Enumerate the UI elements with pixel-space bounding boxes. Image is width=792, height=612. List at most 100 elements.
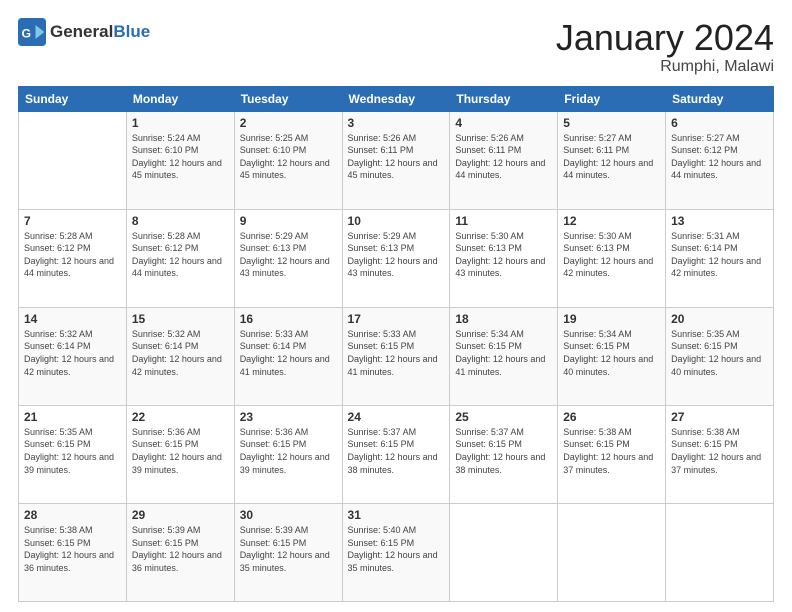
day-number: 7 (24, 214, 121, 228)
day-info: Sunrise: 5:32 AMSunset: 6:14 PMDaylight:… (24, 329, 114, 377)
day-number: 28 (24, 508, 121, 522)
day-cell: 18 Sunrise: 5:34 AMSunset: 6:15 PMDaylig… (450, 307, 558, 405)
day-info: Sunrise: 5:38 AMSunset: 6:15 PMDaylight:… (671, 427, 761, 475)
day-number: 30 (240, 508, 337, 522)
location: Rumphi, Malawi (556, 58, 774, 76)
day-info: Sunrise: 5:27 AMSunset: 6:12 PMDaylight:… (671, 133, 761, 181)
day-cell: 4 Sunrise: 5:26 AMSunset: 6:11 PMDayligh… (450, 111, 558, 209)
day-number: 2 (240, 116, 337, 130)
day-cell: 2 Sunrise: 5:25 AMSunset: 6:10 PMDayligh… (234, 111, 342, 209)
day-cell: 25 Sunrise: 5:37 AMSunset: 6:15 PMDaylig… (450, 405, 558, 503)
logo: G GeneralBlue (18, 18, 150, 46)
day-cell: 15 Sunrise: 5:32 AMSunset: 6:14 PMDaylig… (126, 307, 234, 405)
day-number: 6 (671, 116, 768, 130)
day-number: 26 (563, 410, 660, 424)
day-info: Sunrise: 5:24 AMSunset: 6:10 PMDaylight:… (132, 133, 222, 181)
day-info: Sunrise: 5:38 AMSunset: 6:15 PMDaylight:… (563, 427, 653, 475)
day-info: Sunrise: 5:30 AMSunset: 6:13 PMDaylight:… (563, 231, 653, 279)
day-info: Sunrise: 5:33 AMSunset: 6:14 PMDaylight:… (240, 329, 330, 377)
calendar-table: Sunday Monday Tuesday Wednesday Thursday… (18, 86, 774, 602)
day-cell: 21 Sunrise: 5:35 AMSunset: 6:15 PMDaylig… (19, 405, 127, 503)
day-number: 29 (132, 508, 229, 522)
day-number: 22 (132, 410, 229, 424)
week-row-3: 14 Sunrise: 5:32 AMSunset: 6:14 PMDaylig… (19, 307, 774, 405)
day-number: 27 (671, 410, 768, 424)
day-number: 24 (348, 410, 445, 424)
day-info: Sunrise: 5:25 AMSunset: 6:10 PMDaylight:… (240, 133, 330, 181)
day-number: 4 (455, 116, 552, 130)
day-cell: 14 Sunrise: 5:32 AMSunset: 6:14 PMDaylig… (19, 307, 127, 405)
day-cell: 26 Sunrise: 5:38 AMSunset: 6:15 PMDaylig… (558, 405, 666, 503)
svg-text:G: G (22, 26, 32, 40)
day-info: Sunrise: 5:35 AMSunset: 6:15 PMDaylight:… (671, 329, 761, 377)
day-info: Sunrise: 5:39 AMSunset: 6:15 PMDaylight:… (240, 525, 330, 573)
logo-blue: Blue (113, 22, 150, 41)
day-number: 21 (24, 410, 121, 424)
week-row-1: 1 Sunrise: 5:24 AMSunset: 6:10 PMDayligh… (19, 111, 774, 209)
day-info: Sunrise: 5:29 AMSunset: 6:13 PMDaylight:… (240, 231, 330, 279)
col-saturday: Saturday (666, 86, 774, 111)
day-cell: 30 Sunrise: 5:39 AMSunset: 6:15 PMDaylig… (234, 503, 342, 601)
day-cell (558, 503, 666, 601)
day-cell (450, 503, 558, 601)
day-number: 17 (348, 312, 445, 326)
day-cell: 12 Sunrise: 5:30 AMSunset: 6:13 PMDaylig… (558, 209, 666, 307)
logo-icon: G (18, 18, 46, 46)
day-info: Sunrise: 5:37 AMSunset: 6:15 PMDaylight:… (348, 427, 438, 475)
day-cell: 22 Sunrise: 5:36 AMSunset: 6:15 PMDaylig… (126, 405, 234, 503)
day-info: Sunrise: 5:38 AMSunset: 6:15 PMDaylight:… (24, 525, 114, 573)
day-cell: 13 Sunrise: 5:31 AMSunset: 6:14 PMDaylig… (666, 209, 774, 307)
day-info: Sunrise: 5:35 AMSunset: 6:15 PMDaylight:… (24, 427, 114, 475)
day-number: 9 (240, 214, 337, 228)
day-cell (666, 503, 774, 601)
header: G GeneralBlue January 2024 Rumphi, Malaw… (18, 18, 774, 76)
week-row-5: 28 Sunrise: 5:38 AMSunset: 6:15 PMDaylig… (19, 503, 774, 601)
day-cell: 7 Sunrise: 5:28 AMSunset: 6:12 PMDayligh… (19, 209, 127, 307)
day-info: Sunrise: 5:30 AMSunset: 6:13 PMDaylight:… (455, 231, 545, 279)
day-cell: 19 Sunrise: 5:34 AMSunset: 6:15 PMDaylig… (558, 307, 666, 405)
day-number: 3 (348, 116, 445, 130)
day-info: Sunrise: 5:36 AMSunset: 6:15 PMDaylight:… (240, 427, 330, 475)
day-cell: 5 Sunrise: 5:27 AMSunset: 6:11 PMDayligh… (558, 111, 666, 209)
day-cell: 16 Sunrise: 5:33 AMSunset: 6:14 PMDaylig… (234, 307, 342, 405)
day-number: 20 (671, 312, 768, 326)
day-number: 25 (455, 410, 552, 424)
header-row: Sunday Monday Tuesday Wednesday Thursday… (19, 86, 774, 111)
day-info: Sunrise: 5:37 AMSunset: 6:15 PMDaylight:… (455, 427, 545, 475)
day-info: Sunrise: 5:34 AMSunset: 6:15 PMDaylight:… (455, 329, 545, 377)
day-cell: 17 Sunrise: 5:33 AMSunset: 6:15 PMDaylig… (342, 307, 450, 405)
col-sunday: Sunday (19, 86, 127, 111)
day-number: 11 (455, 214, 552, 228)
day-number: 19 (563, 312, 660, 326)
day-cell: 31 Sunrise: 5:40 AMSunset: 6:15 PMDaylig… (342, 503, 450, 601)
day-cell: 9 Sunrise: 5:29 AMSunset: 6:13 PMDayligh… (234, 209, 342, 307)
day-info: Sunrise: 5:27 AMSunset: 6:11 PMDaylight:… (563, 133, 653, 181)
calendar-page: G GeneralBlue January 2024 Rumphi, Malaw… (0, 0, 792, 612)
day-info: Sunrise: 5:32 AMSunset: 6:14 PMDaylight:… (132, 329, 222, 377)
col-tuesday: Tuesday (234, 86, 342, 111)
logo-general: General (50, 22, 113, 41)
day-info: Sunrise: 5:39 AMSunset: 6:15 PMDaylight:… (132, 525, 222, 573)
day-cell: 3 Sunrise: 5:26 AMSunset: 6:11 PMDayligh… (342, 111, 450, 209)
day-cell: 20 Sunrise: 5:35 AMSunset: 6:15 PMDaylig… (666, 307, 774, 405)
day-cell: 1 Sunrise: 5:24 AMSunset: 6:10 PMDayligh… (126, 111, 234, 209)
day-info: Sunrise: 5:40 AMSunset: 6:15 PMDaylight:… (348, 525, 438, 573)
day-number: 18 (455, 312, 552, 326)
day-info: Sunrise: 5:26 AMSunset: 6:11 PMDaylight:… (455, 133, 545, 181)
day-cell: 29 Sunrise: 5:39 AMSunset: 6:15 PMDaylig… (126, 503, 234, 601)
day-number: 13 (671, 214, 768, 228)
day-number: 16 (240, 312, 337, 326)
title-block: January 2024 Rumphi, Malawi (556, 18, 774, 76)
day-number: 23 (240, 410, 337, 424)
col-friday: Friday (558, 86, 666, 111)
col-wednesday: Wednesday (342, 86, 450, 111)
day-number: 1 (132, 116, 229, 130)
day-number: 31 (348, 508, 445, 522)
day-info: Sunrise: 5:28 AMSunset: 6:12 PMDaylight:… (132, 231, 222, 279)
day-cell: 6 Sunrise: 5:27 AMSunset: 6:12 PMDayligh… (666, 111, 774, 209)
day-info: Sunrise: 5:31 AMSunset: 6:14 PMDaylight:… (671, 231, 761, 279)
day-number: 12 (563, 214, 660, 228)
day-cell: 10 Sunrise: 5:29 AMSunset: 6:13 PMDaylig… (342, 209, 450, 307)
day-cell: 11 Sunrise: 5:30 AMSunset: 6:13 PMDaylig… (450, 209, 558, 307)
day-cell: 8 Sunrise: 5:28 AMSunset: 6:12 PMDayligh… (126, 209, 234, 307)
